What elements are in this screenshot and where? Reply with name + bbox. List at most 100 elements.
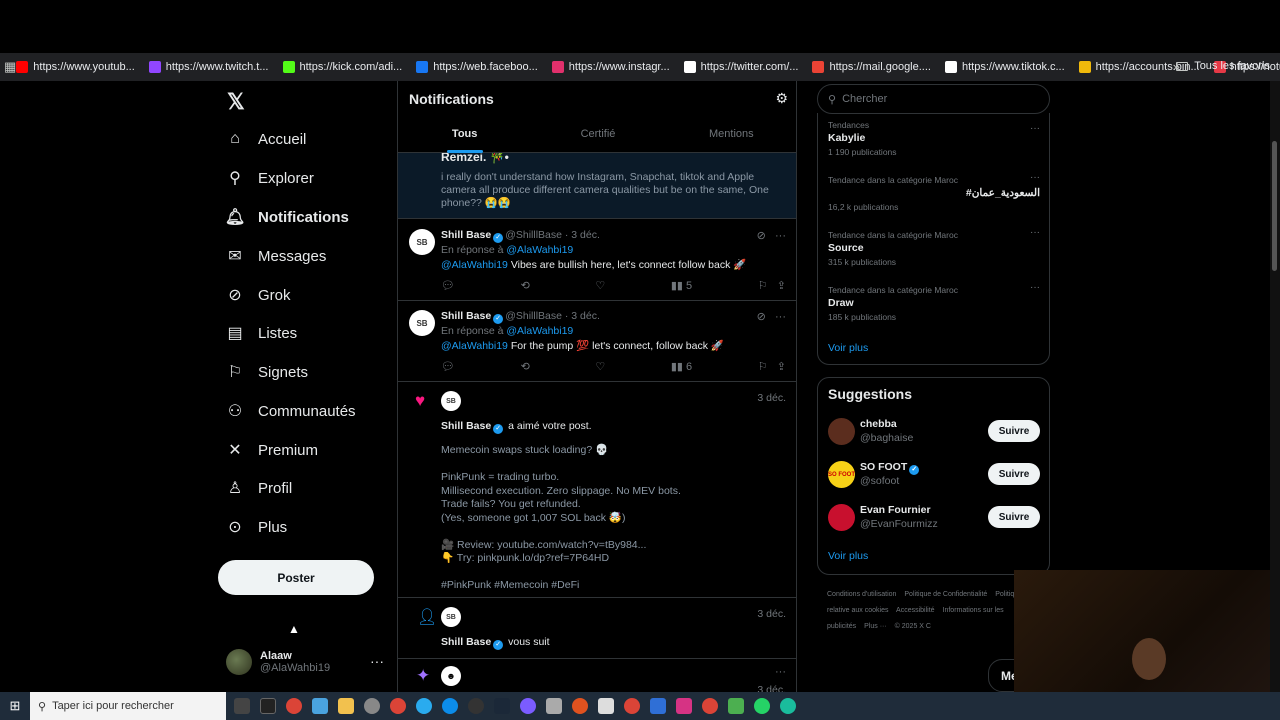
like-icon[interactable]: ♡ bbox=[595, 360, 605, 373]
chrome-icon[interactable] bbox=[624, 698, 640, 714]
epic-games-icon[interactable] bbox=[260, 698, 276, 714]
chrome-icon[interactable] bbox=[286, 698, 302, 714]
retweet-icon[interactable]: ⟲ bbox=[521, 360, 530, 373]
nav-communities[interactable]: ⚇ Communautés bbox=[226, 402, 356, 421]
follow-notification[interactable]: 👤︎ SB 3 déc. Shill Base ✓ vous suit bbox=[398, 599, 796, 659]
app-icon[interactable] bbox=[728, 698, 744, 714]
bookmark-item[interactable]: https://twitter.com/... bbox=[683, 61, 798, 73]
trend-item[interactable]: Tendance dans la catégorie Maroc Source … bbox=[828, 227, 1040, 267]
nav-lists[interactable]: ▤ Listes bbox=[226, 324, 297, 343]
nav-home[interactable]: ⌂ Accueil bbox=[226, 130, 306, 148]
more-icon[interactable]: ··· bbox=[1030, 172, 1040, 183]
app-icon[interactable] bbox=[546, 698, 562, 714]
reply-icon[interactable]: 💬︎ bbox=[441, 279, 455, 292]
bookmark-icon[interactable]: ⚐ ⇪ bbox=[758, 360, 786, 373]
obs-icon[interactable] bbox=[468, 698, 484, 714]
page-scrollbar[interactable] bbox=[1270, 81, 1280, 692]
account-switcher[interactable]: Alaaw @AlaWahbi19 bbox=[226, 649, 330, 675]
bookmark-item[interactable]: https://mail.google.... bbox=[812, 61, 931, 73]
nav-profile[interactable]: ♙ Profil bbox=[226, 479, 292, 498]
nav-bookmarks[interactable]: ⚐ Signets bbox=[226, 363, 308, 382]
views-button[interactable]: ▮▮ 6 bbox=[671, 360, 692, 373]
app-icon[interactable] bbox=[650, 698, 666, 714]
chrome-icon[interactable] bbox=[390, 698, 406, 714]
nav-notifications[interactable]: 🔔︎ Notifications bbox=[225, 208, 349, 227]
bookmark-item[interactable]: https://www.instagr... bbox=[551, 61, 670, 73]
taskbar-search[interactable]: ⚲ Taper ici pour rechercher bbox=[30, 692, 226, 720]
tweet-author[interactable]: Shill Base bbox=[441, 310, 491, 322]
reply-icon[interactable]: 💬︎ bbox=[441, 360, 455, 373]
notification-author[interactable]: Shill Base bbox=[441, 636, 491, 648]
nav-grok[interactable]: ⊘ Grok bbox=[226, 286, 290, 305]
trend-item[interactable]: Tendances Kabylie 1 190 publications ··· bbox=[828, 120, 1040, 157]
like-notification[interactable]: ♥ SB 3 déc. Shill Base ✓ a aimé votre pos… bbox=[398, 383, 796, 598]
grok-icon[interactable]: ⊘ bbox=[757, 311, 766, 323]
app-icon[interactable] bbox=[312, 698, 328, 714]
footer-link[interactable]: Plus ··· bbox=[864, 623, 887, 630]
app-icon[interactable] bbox=[676, 698, 692, 714]
file-explorer-icon[interactable] bbox=[338, 698, 354, 714]
grok-icon[interactable]: ⊘ bbox=[757, 230, 766, 242]
steam-icon[interactable] bbox=[494, 698, 510, 714]
bookmark-item[interactable]: https://www.twitch.t... bbox=[148, 61, 269, 73]
nav-messages[interactable]: ✉ Messages bbox=[226, 247, 326, 266]
app-icon[interactable] bbox=[520, 698, 536, 714]
avatar[interactable]: SB bbox=[441, 607, 461, 627]
bookmark-item[interactable]: https://kick.com/adi... bbox=[282, 61, 402, 73]
app-icon[interactable] bbox=[364, 698, 380, 714]
post-button[interactable]: Poster bbox=[218, 560, 374, 595]
tab-mentions[interactable]: Mentions bbox=[665, 121, 796, 153]
more-icon[interactable]: ··· bbox=[775, 311, 786, 323]
nav-premium[interactable]: ✕ Premium bbox=[226, 441, 318, 460]
avatar[interactable]: SB bbox=[441, 391, 461, 411]
follow-button[interactable]: Suivre bbox=[988, 463, 1040, 485]
suggestion-item[interactable]: SO FOOT SO FOOT ✓ @sofoot Suivre bbox=[828, 461, 1040, 491]
more-icon[interactable]: ··· bbox=[775, 666, 786, 678]
mail-icon[interactable] bbox=[598, 698, 614, 714]
telegram-icon[interactable] bbox=[416, 698, 432, 714]
tab-all[interactable]: Tous bbox=[398, 121, 531, 153]
suggestion-item[interactable]: Evan Fournier @EvanFourmizz Suivre bbox=[828, 504, 1040, 534]
tweet-author[interactable]: Shill Base bbox=[441, 229, 491, 241]
tab-verified[interactable]: Certifié bbox=[531, 121, 664, 153]
more-icon[interactable]: ··· bbox=[1030, 227, 1040, 238]
bookmark-icon[interactable]: ⚐ ⇪ bbox=[758, 279, 786, 292]
more-icon[interactable]: ··· bbox=[1030, 282, 1040, 293]
all-bookmarks-button[interactable]: Tous les favoris bbox=[1176, 60, 1270, 72]
account-more-icon[interactable]: ··· bbox=[370, 653, 384, 669]
like-icon[interactable]: ♡ bbox=[595, 279, 605, 292]
retweet-icon[interactable]: ⟲ bbox=[521, 279, 530, 292]
task-view-icon[interactable] bbox=[234, 698, 250, 714]
gear-icon[interactable]: ⚙ bbox=[775, 90, 788, 107]
reply-to-link[interactable]: @AlaWahbi19 bbox=[506, 244, 573, 256]
mention-link[interactable]: @AlaWahbi19 bbox=[441, 340, 508, 352]
notification-author[interactable]: Shill Base bbox=[441, 420, 491, 432]
mention-link[interactable]: @AlaWahbi19 bbox=[441, 259, 508, 271]
bookmark-item[interactable]: https://www.tiktok.c... bbox=[944, 61, 1065, 73]
notification-item[interactable]: ✦ ☻ ··· 3 déc. bbox=[398, 660, 796, 692]
x-logo-icon[interactable]: 𝕏 bbox=[227, 89, 245, 115]
app-icon[interactable] bbox=[572, 698, 588, 714]
footer-link[interactable]: Accessibilité bbox=[896, 607, 935, 614]
nav-explore[interactable]: ⚲ Explorer bbox=[226, 169, 314, 188]
windows-start-icon[interactable]: ⊞ bbox=[0, 692, 30, 720]
footer-link[interactable]: Politique de Confidentialité bbox=[904, 591, 987, 598]
more-icon[interactable]: ··· bbox=[775, 230, 786, 242]
bookmark-item[interactable]: https://www.youtub... bbox=[16, 61, 135, 73]
trend-item[interactable]: Tendance dans la catégorie Maroc #السعود… bbox=[828, 172, 1040, 212]
avatar[interactable]: ☻ bbox=[441, 666, 461, 686]
suggestion-item[interactable]: chebba @baghaise Suivre bbox=[828, 418, 1040, 448]
app-icon[interactable] bbox=[780, 698, 796, 714]
trend-item[interactable]: Tendance dans la catégorie Maroc Draw 18… bbox=[828, 282, 1040, 322]
more-icon[interactable]: ··· bbox=[1030, 123, 1040, 134]
views-button[interactable]: ▮▮ 5 bbox=[671, 279, 692, 292]
follow-button[interactable]: Suivre bbox=[988, 506, 1040, 528]
search-input[interactable]: ⚲ Chercher bbox=[817, 84, 1050, 114]
apps-grid-icon[interactable]: ▦ bbox=[4, 59, 16, 75]
whatsapp-icon[interactable] bbox=[754, 698, 770, 714]
footer-link[interactable]: Conditions d'utilisation bbox=[827, 591, 896, 598]
reply-to-link[interactable]: @AlaWahbi19 bbox=[506, 325, 573, 337]
bookmark-item[interactable]: https://web.faceboo... bbox=[416, 61, 538, 73]
edge-icon[interactable] bbox=[442, 698, 458, 714]
tweet-reply[interactable]: SB Shill Base ✓ @ShilllBase · 3 déc. ⊘ ···… bbox=[398, 220, 796, 301]
